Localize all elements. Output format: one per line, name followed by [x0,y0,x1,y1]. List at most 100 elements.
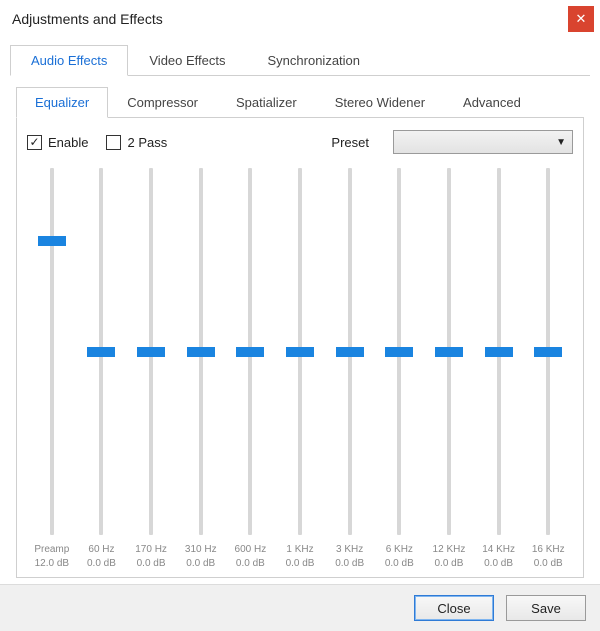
twopass-checkbox[interactable]: 2 Pass [106,135,167,150]
tab-label: Synchronization [268,53,361,68]
tab-video-effects[interactable]: Video Effects [128,45,246,76]
eq-band: 16 KHz0.0 dB [523,168,573,571]
band-value: 0.0 dB [286,557,315,571]
band-labels: 1 KHz0.0 dB [286,543,315,571]
eq-band: 310 Hz0.0 dB [176,168,226,571]
slider-thumb[interactable] [385,347,413,357]
eq-slider[interactable] [126,168,176,535]
eq-slider[interactable] [275,168,325,535]
save-button[interactable]: Save [506,595,586,621]
preamp-value: 12.0 dB [34,557,69,571]
subtab-compressor[interactable]: Compressor [108,87,217,118]
subtab-stereo-widener[interactable]: Stereo Widener [316,87,444,118]
audio-subtabstrip: Equalizer Compressor Spatializer Stereo … [16,86,584,118]
band-labels: 12 KHz0.0 dB [433,543,466,571]
band-value: 0.0 dB [532,557,565,571]
band-value: 0.0 dB [87,557,116,571]
slider-thumb[interactable] [87,347,115,357]
eq-slider[interactable] [424,168,474,535]
eq-slider[interactable] [374,168,424,535]
band-frequency: 6 KHz [385,543,414,557]
band-frequency: 16 KHz [532,543,565,557]
band-frequency: 170 Hz [135,543,167,557]
band-value: 0.0 dB [185,557,217,571]
close-button[interactable]: Close [414,595,494,621]
subtab-advanced[interactable]: Advanced [444,87,540,118]
slider-thumb[interactable] [187,347,215,357]
titlebar: Adjustments and Effects ✕ [0,0,600,38]
slider-thumb[interactable] [435,347,463,357]
eq-slider[interactable] [176,168,226,535]
dialog-footer: Close Save [0,584,600,631]
content-area: Audio Effects Video Effects Synchronizat… [0,38,600,584]
eq-slider[interactable] [226,168,276,535]
slider-thumb[interactable] [534,347,562,357]
chevron-down-icon: ▼ [556,137,566,148]
slider-thumb[interactable] [137,347,165,357]
subtab-spatializer[interactable]: Spatializer [217,87,316,118]
window-close-button[interactable]: ✕ [568,6,594,32]
band-frequency: 310 Hz [185,543,217,557]
slider-thumb[interactable] [38,236,66,246]
tab-label: Audio Effects [31,53,107,68]
checkbox-box [106,135,121,150]
band-frequency: 12 KHz [433,543,466,557]
button-label: Save [531,601,561,616]
equalizer-panel: ✓ Enable 2 Pass Preset ▼ [16,118,584,578]
slider-thumb[interactable] [485,347,513,357]
twopass-label: 2 Pass [127,135,167,150]
eq-slider[interactable] [474,168,524,535]
close-icon: ✕ [576,11,587,27]
window: Adjustments and Effects ✕ Audio Effects … [0,0,600,631]
band-value: 0.0 dB [135,557,167,571]
tab-audio-effects[interactable]: Audio Effects [10,45,128,76]
slider-thumb[interactable] [286,347,314,357]
band-value: 0.0 dB [482,557,515,571]
subtab-label: Compressor [127,95,198,110]
tab-label: Video Effects [149,53,225,68]
slider-rail [50,168,54,535]
preset-label: Preset [331,135,369,150]
band-labels: 170 Hz0.0 dB [135,543,167,571]
band-labels: 310 Hz0.0 dB [185,543,217,571]
eq-slider[interactable] [523,168,573,535]
band-frequency: 600 Hz [235,543,267,557]
eq-band: 600 Hz0.0 dB [226,168,276,571]
band-labels: 60 Hz0.0 dB [87,543,116,571]
eq-band: 60 Hz0.0 dB [77,168,127,571]
band-labels: 6 KHz0.0 dB [385,543,414,571]
band-frequency: 14 KHz [482,543,515,557]
preamp-slider[interactable] [27,168,77,535]
eq-slider[interactable] [77,168,127,535]
audio-effects-body: Equalizer Compressor Spatializer Stereo … [10,76,590,584]
band-labels: 16 KHz0.0 dB [532,543,565,571]
subtab-label: Advanced [463,95,521,110]
slider-thumb[interactable] [336,347,364,357]
preset-dropdown[interactable]: ▼ [393,130,573,154]
preamp-band: Preamp 12.0 dB [27,168,77,571]
equalizer-sliders: Preamp 12.0 dB 60 Hz0.0 dB170 Hz0.0 dB31… [27,168,573,571]
band-frequency: 1 KHz [286,543,315,557]
window-title: Adjustments and Effects [12,11,163,27]
button-label: Close [437,601,470,616]
eq-slider[interactable] [325,168,375,535]
eq-band: 6 KHz0.0 dB [374,168,424,571]
subtab-equalizer[interactable]: Equalizer [16,87,108,118]
main-tabstrip: Audio Effects Video Effects Synchronizat… [10,44,590,76]
tab-synchronization[interactable]: Synchronization [247,45,382,76]
band-frequency: 3 KHz [335,543,364,557]
subtab-label: Stereo Widener [335,95,425,110]
enable-label: Enable [48,135,88,150]
eq-band: 3 KHz0.0 dB [325,168,375,571]
slider-thumb[interactable] [236,347,264,357]
band-labels: 600 Hz0.0 dB [235,543,267,571]
preamp-label: Preamp [34,543,69,557]
band-value: 0.0 dB [235,557,267,571]
eq-band: 1 KHz0.0 dB [275,168,325,571]
enable-checkbox[interactable]: ✓ Enable [27,135,88,150]
eq-band: 12 KHz0.0 dB [424,168,474,571]
subtab-label: Spatializer [236,95,297,110]
subtab-label: Equalizer [35,95,89,110]
band-labels: 14 KHz0.0 dB [482,543,515,571]
checkbox-box: ✓ [27,135,42,150]
